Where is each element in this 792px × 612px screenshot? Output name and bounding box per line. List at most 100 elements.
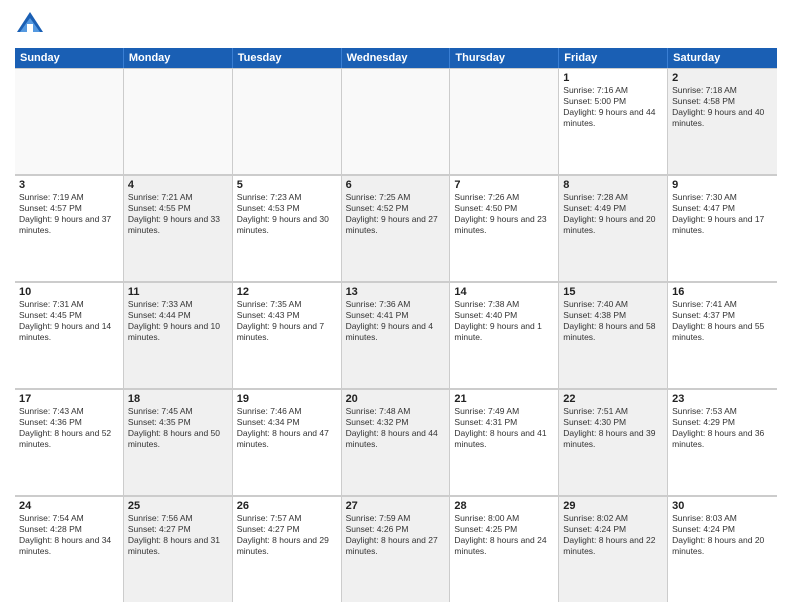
calendar-day-22: 22Sunrise: 7:51 AM Sunset: 4:30 PM Dayli… bbox=[559, 390, 668, 495]
calendar-day-3: 3Sunrise: 7:19 AM Sunset: 4:57 PM Daylig… bbox=[15, 176, 124, 281]
day-info: Sunrise: 7:54 AM Sunset: 4:28 PM Dayligh… bbox=[19, 513, 119, 557]
calendar-row-3: 10Sunrise: 7:31 AM Sunset: 4:45 PM Dayli… bbox=[15, 282, 777, 389]
logo bbox=[15, 10, 49, 40]
calendar-day-28: 28Sunrise: 8:00 AM Sunset: 4:25 PM Dayli… bbox=[450, 497, 559, 602]
day-info: Sunrise: 7:49 AM Sunset: 4:31 PM Dayligh… bbox=[454, 406, 554, 450]
calendar-row-4: 17Sunrise: 7:43 AM Sunset: 4:36 PM Dayli… bbox=[15, 389, 777, 496]
day-number: 25 bbox=[128, 500, 228, 512]
day-number: 9 bbox=[672, 179, 773, 191]
calendar-day-7: 7Sunrise: 7:26 AM Sunset: 4:50 PM Daylig… bbox=[450, 176, 559, 281]
day-number: 8 bbox=[563, 179, 663, 191]
day-info: Sunrise: 7:26 AM Sunset: 4:50 PM Dayligh… bbox=[454, 192, 554, 236]
day-number: 4 bbox=[128, 179, 228, 191]
calendar-day-27: 27Sunrise: 7:59 AM Sunset: 4:26 PM Dayli… bbox=[342, 497, 451, 602]
day-number: 29 bbox=[563, 500, 663, 512]
day-number: 6 bbox=[346, 179, 446, 191]
calendar-day-2: 2Sunrise: 7:18 AM Sunset: 4:58 PM Daylig… bbox=[668, 69, 777, 174]
day-number: 19 bbox=[237, 393, 337, 405]
header bbox=[15, 10, 777, 40]
calendar-day-29: 29Sunrise: 8:02 AM Sunset: 4:24 PM Dayli… bbox=[559, 497, 668, 602]
calendar-day-13: 13Sunrise: 7:36 AM Sunset: 4:41 PM Dayli… bbox=[342, 283, 451, 388]
calendar-row-5: 24Sunrise: 7:54 AM Sunset: 4:28 PM Dayli… bbox=[15, 496, 777, 602]
calendar-day-16: 16Sunrise: 7:41 AM Sunset: 4:37 PM Dayli… bbox=[668, 283, 777, 388]
day-info: Sunrise: 7:33 AM Sunset: 4:44 PM Dayligh… bbox=[128, 299, 228, 343]
weekday-header-saturday: Saturday bbox=[668, 48, 777, 68]
weekday-header-friday: Friday bbox=[559, 48, 668, 68]
calendar-day-19: 19Sunrise: 7:46 AM Sunset: 4:34 PM Dayli… bbox=[233, 390, 342, 495]
calendar: SundayMondayTuesdayWednesdayThursdayFrid… bbox=[15, 48, 777, 602]
calendar-day-18: 18Sunrise: 7:45 AM Sunset: 4:35 PM Dayli… bbox=[124, 390, 233, 495]
day-info: Sunrise: 7:16 AM Sunset: 5:00 PM Dayligh… bbox=[563, 85, 663, 129]
calendar-day-8: 8Sunrise: 7:28 AM Sunset: 4:49 PM Daylig… bbox=[559, 176, 668, 281]
weekday-header-monday: Monday bbox=[124, 48, 233, 68]
calendar-day-14: 14Sunrise: 7:38 AM Sunset: 4:40 PM Dayli… bbox=[450, 283, 559, 388]
day-number: 30 bbox=[672, 500, 773, 512]
day-number: 11 bbox=[128, 286, 228, 298]
day-number: 24 bbox=[19, 500, 119, 512]
day-number: 15 bbox=[563, 286, 663, 298]
calendar-day-17: 17Sunrise: 7:43 AM Sunset: 4:36 PM Dayli… bbox=[15, 390, 124, 495]
day-info: Sunrise: 7:51 AM Sunset: 4:30 PM Dayligh… bbox=[563, 406, 663, 450]
day-info: Sunrise: 7:57 AM Sunset: 4:27 PM Dayligh… bbox=[237, 513, 337, 557]
day-info: Sunrise: 7:46 AM Sunset: 4:34 PM Dayligh… bbox=[237, 406, 337, 450]
calendar-day-24: 24Sunrise: 7:54 AM Sunset: 4:28 PM Dayli… bbox=[15, 497, 124, 602]
weekday-header-wednesday: Wednesday bbox=[342, 48, 451, 68]
day-info: Sunrise: 7:18 AM Sunset: 4:58 PM Dayligh… bbox=[672, 85, 773, 129]
calendar-day-empty-0-0 bbox=[15, 69, 124, 174]
calendar-day-30: 30Sunrise: 8:03 AM Sunset: 4:24 PM Dayli… bbox=[668, 497, 777, 602]
day-number: 23 bbox=[672, 393, 773, 405]
calendar-day-26: 26Sunrise: 7:57 AM Sunset: 4:27 PM Dayli… bbox=[233, 497, 342, 602]
day-info: Sunrise: 7:19 AM Sunset: 4:57 PM Dayligh… bbox=[19, 192, 119, 236]
calendar-day-25: 25Sunrise: 7:56 AM Sunset: 4:27 PM Dayli… bbox=[124, 497, 233, 602]
calendar-day-10: 10Sunrise: 7:31 AM Sunset: 4:45 PM Dayli… bbox=[15, 283, 124, 388]
calendar-day-21: 21Sunrise: 7:49 AM Sunset: 4:31 PM Dayli… bbox=[450, 390, 559, 495]
day-number: 20 bbox=[346, 393, 446, 405]
calendar-day-11: 11Sunrise: 7:33 AM Sunset: 4:44 PM Dayli… bbox=[124, 283, 233, 388]
calendar-day-15: 15Sunrise: 7:40 AM Sunset: 4:38 PM Dayli… bbox=[559, 283, 668, 388]
calendar-day-12: 12Sunrise: 7:35 AM Sunset: 4:43 PM Dayli… bbox=[233, 283, 342, 388]
calendar-day-empty-0-3 bbox=[342, 69, 451, 174]
day-info: Sunrise: 7:53 AM Sunset: 4:29 PM Dayligh… bbox=[672, 406, 773, 450]
day-info: Sunrise: 7:23 AM Sunset: 4:53 PM Dayligh… bbox=[237, 192, 337, 236]
day-number: 12 bbox=[237, 286, 337, 298]
day-number: 5 bbox=[237, 179, 337, 191]
weekday-header-sunday: Sunday bbox=[15, 48, 124, 68]
calendar-day-4: 4Sunrise: 7:21 AM Sunset: 4:55 PM Daylig… bbox=[124, 176, 233, 281]
day-info: Sunrise: 7:41 AM Sunset: 4:37 PM Dayligh… bbox=[672, 299, 773, 343]
calendar-day-empty-0-2 bbox=[233, 69, 342, 174]
day-info: Sunrise: 8:03 AM Sunset: 4:24 PM Dayligh… bbox=[672, 513, 773, 557]
day-number: 3 bbox=[19, 179, 119, 191]
day-info: Sunrise: 7:31 AM Sunset: 4:45 PM Dayligh… bbox=[19, 299, 119, 343]
day-info: Sunrise: 7:25 AM Sunset: 4:52 PM Dayligh… bbox=[346, 192, 446, 236]
day-info: Sunrise: 7:59 AM Sunset: 4:26 PM Dayligh… bbox=[346, 513, 446, 557]
day-number: 18 bbox=[128, 393, 228, 405]
day-info: Sunrise: 7:21 AM Sunset: 4:55 PM Dayligh… bbox=[128, 192, 228, 236]
day-info: Sunrise: 7:48 AM Sunset: 4:32 PM Dayligh… bbox=[346, 406, 446, 450]
calendar-day-23: 23Sunrise: 7:53 AM Sunset: 4:29 PM Dayli… bbox=[668, 390, 777, 495]
day-info: Sunrise: 7:43 AM Sunset: 4:36 PM Dayligh… bbox=[19, 406, 119, 450]
calendar-day-9: 9Sunrise: 7:30 AM Sunset: 4:47 PM Daylig… bbox=[668, 176, 777, 281]
day-info: Sunrise: 7:28 AM Sunset: 4:49 PM Dayligh… bbox=[563, 192, 663, 236]
calendar-day-empty-0-4 bbox=[450, 69, 559, 174]
day-number: 26 bbox=[237, 500, 337, 512]
day-number: 28 bbox=[454, 500, 554, 512]
day-info: Sunrise: 7:38 AM Sunset: 4:40 PM Dayligh… bbox=[454, 299, 554, 343]
day-info: Sunrise: 8:02 AM Sunset: 4:24 PM Dayligh… bbox=[563, 513, 663, 557]
day-number: 21 bbox=[454, 393, 554, 405]
calendar-day-20: 20Sunrise: 7:48 AM Sunset: 4:32 PM Dayli… bbox=[342, 390, 451, 495]
calendar-day-5: 5Sunrise: 7:23 AM Sunset: 4:53 PM Daylig… bbox=[233, 176, 342, 281]
day-number: 1 bbox=[563, 72, 663, 84]
day-number: 17 bbox=[19, 393, 119, 405]
day-info: Sunrise: 8:00 AM Sunset: 4:25 PM Dayligh… bbox=[454, 513, 554, 557]
day-number: 2 bbox=[672, 72, 773, 84]
day-info: Sunrise: 7:30 AM Sunset: 4:47 PM Dayligh… bbox=[672, 192, 773, 236]
day-number: 14 bbox=[454, 286, 554, 298]
calendar-day-1: 1Sunrise: 7:16 AM Sunset: 5:00 PM Daylig… bbox=[559, 69, 668, 174]
day-number: 13 bbox=[346, 286, 446, 298]
calendar-row-2: 3Sunrise: 7:19 AM Sunset: 4:57 PM Daylig… bbox=[15, 175, 777, 282]
calendar-day-empty-0-1 bbox=[124, 69, 233, 174]
weekday-header-tuesday: Tuesday bbox=[233, 48, 342, 68]
day-number: 7 bbox=[454, 179, 554, 191]
calendar-header: SundayMondayTuesdayWednesdayThursdayFrid… bbox=[15, 48, 777, 68]
weekday-header-thursday: Thursday bbox=[450, 48, 559, 68]
